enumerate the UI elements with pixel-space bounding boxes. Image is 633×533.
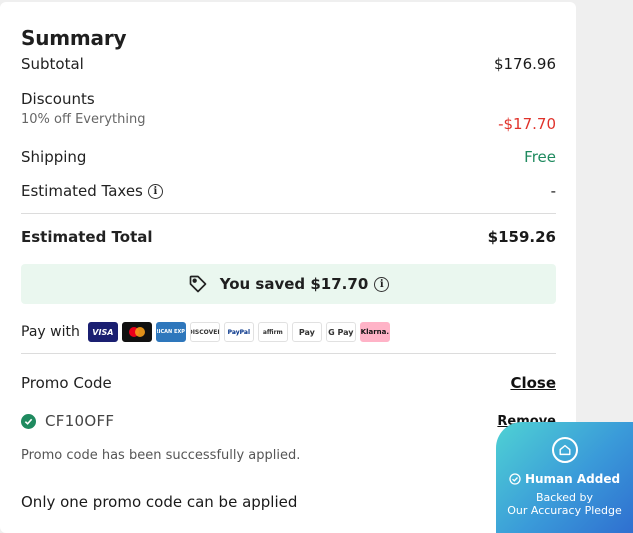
apple-pay-icon: Pay (291, 322, 322, 342)
promo-code-value: CF10OFF (45, 412, 115, 430)
badge-title: Human Added (524, 472, 621, 486)
savings-banner: You saved $17.70 i (21, 264, 556, 304)
total-row: Estimated Total $159.26 (21, 228, 556, 246)
info-icon[interactable]: i (374, 276, 390, 292)
discounts-label: Discounts (21, 90, 95, 108)
taxes-value: - (550, 182, 556, 200)
shipping-value: Free (524, 148, 556, 166)
total-value: $159.26 (487, 228, 556, 246)
promo-success-message: Promo code has been successfully applied… (21, 448, 301, 463)
shipping-label: Shipping (21, 148, 87, 166)
google-pay-icon: G Pay (325, 322, 356, 342)
mastercard-icon (121, 322, 152, 342)
human-added-badge[interactable]: Human Added Backed by Our Accuracy Pledg… (496, 422, 633, 533)
check-circle-icon (21, 413, 36, 429)
taxes-label: Estimated Taxes (21, 182, 143, 200)
house-icon (552, 437, 578, 463)
affirm-icon: affirm (257, 322, 288, 342)
promo-note: Only one promo code can be applied (21, 493, 298, 511)
discount-value: -$17.70 (498, 115, 556, 133)
check-icon (509, 473, 521, 485)
promo-header: Promo Code Close (21, 374, 556, 392)
info-icon[interactable]: i (147, 184, 163, 199)
divider (21, 353, 556, 354)
summary-title: Summary (21, 26, 127, 50)
payment-methods: Pay with VISA AMERICAN EXPRESS DISCOVER … (21, 322, 556, 342)
pay-with-label: Pay with (21, 324, 80, 340)
visa-icon: VISA (87, 322, 118, 342)
divider (21, 213, 556, 214)
klarna-icon: Klarna. (359, 322, 390, 342)
promo-label: Promo Code (21, 374, 112, 392)
applied-promo-row: CF10OFF Remove (21, 412, 556, 430)
amex-icon: AMERICAN EXPRESS (155, 322, 186, 342)
taxes-row: Estimated Taxes i - (21, 182, 556, 200)
discover-icon: DISCOVER (189, 322, 220, 342)
subtotal-row: Subtotal $176.96 (21, 55, 556, 73)
shipping-row: Shipping Free (21, 148, 556, 166)
badge-subtitle-line2: Our Accuracy Pledge (507, 504, 622, 517)
total-label: Estimated Total (21, 228, 153, 246)
tag-icon (188, 274, 208, 294)
paypal-icon: PayPal (223, 322, 254, 342)
subtotal-label: Subtotal (21, 55, 84, 73)
savings-text: You saved $17.70 (219, 275, 369, 293)
discount-description: 10% off Everything (21, 112, 146, 127)
subtotal-value: $176.96 (493, 55, 556, 73)
badge-subtitle-line1: Backed by (535, 491, 594, 504)
summary-card: Summary Subtotal $176.96 Discounts 10% o… (0, 2, 576, 533)
close-promo-button[interactable]: Close (510, 374, 556, 392)
